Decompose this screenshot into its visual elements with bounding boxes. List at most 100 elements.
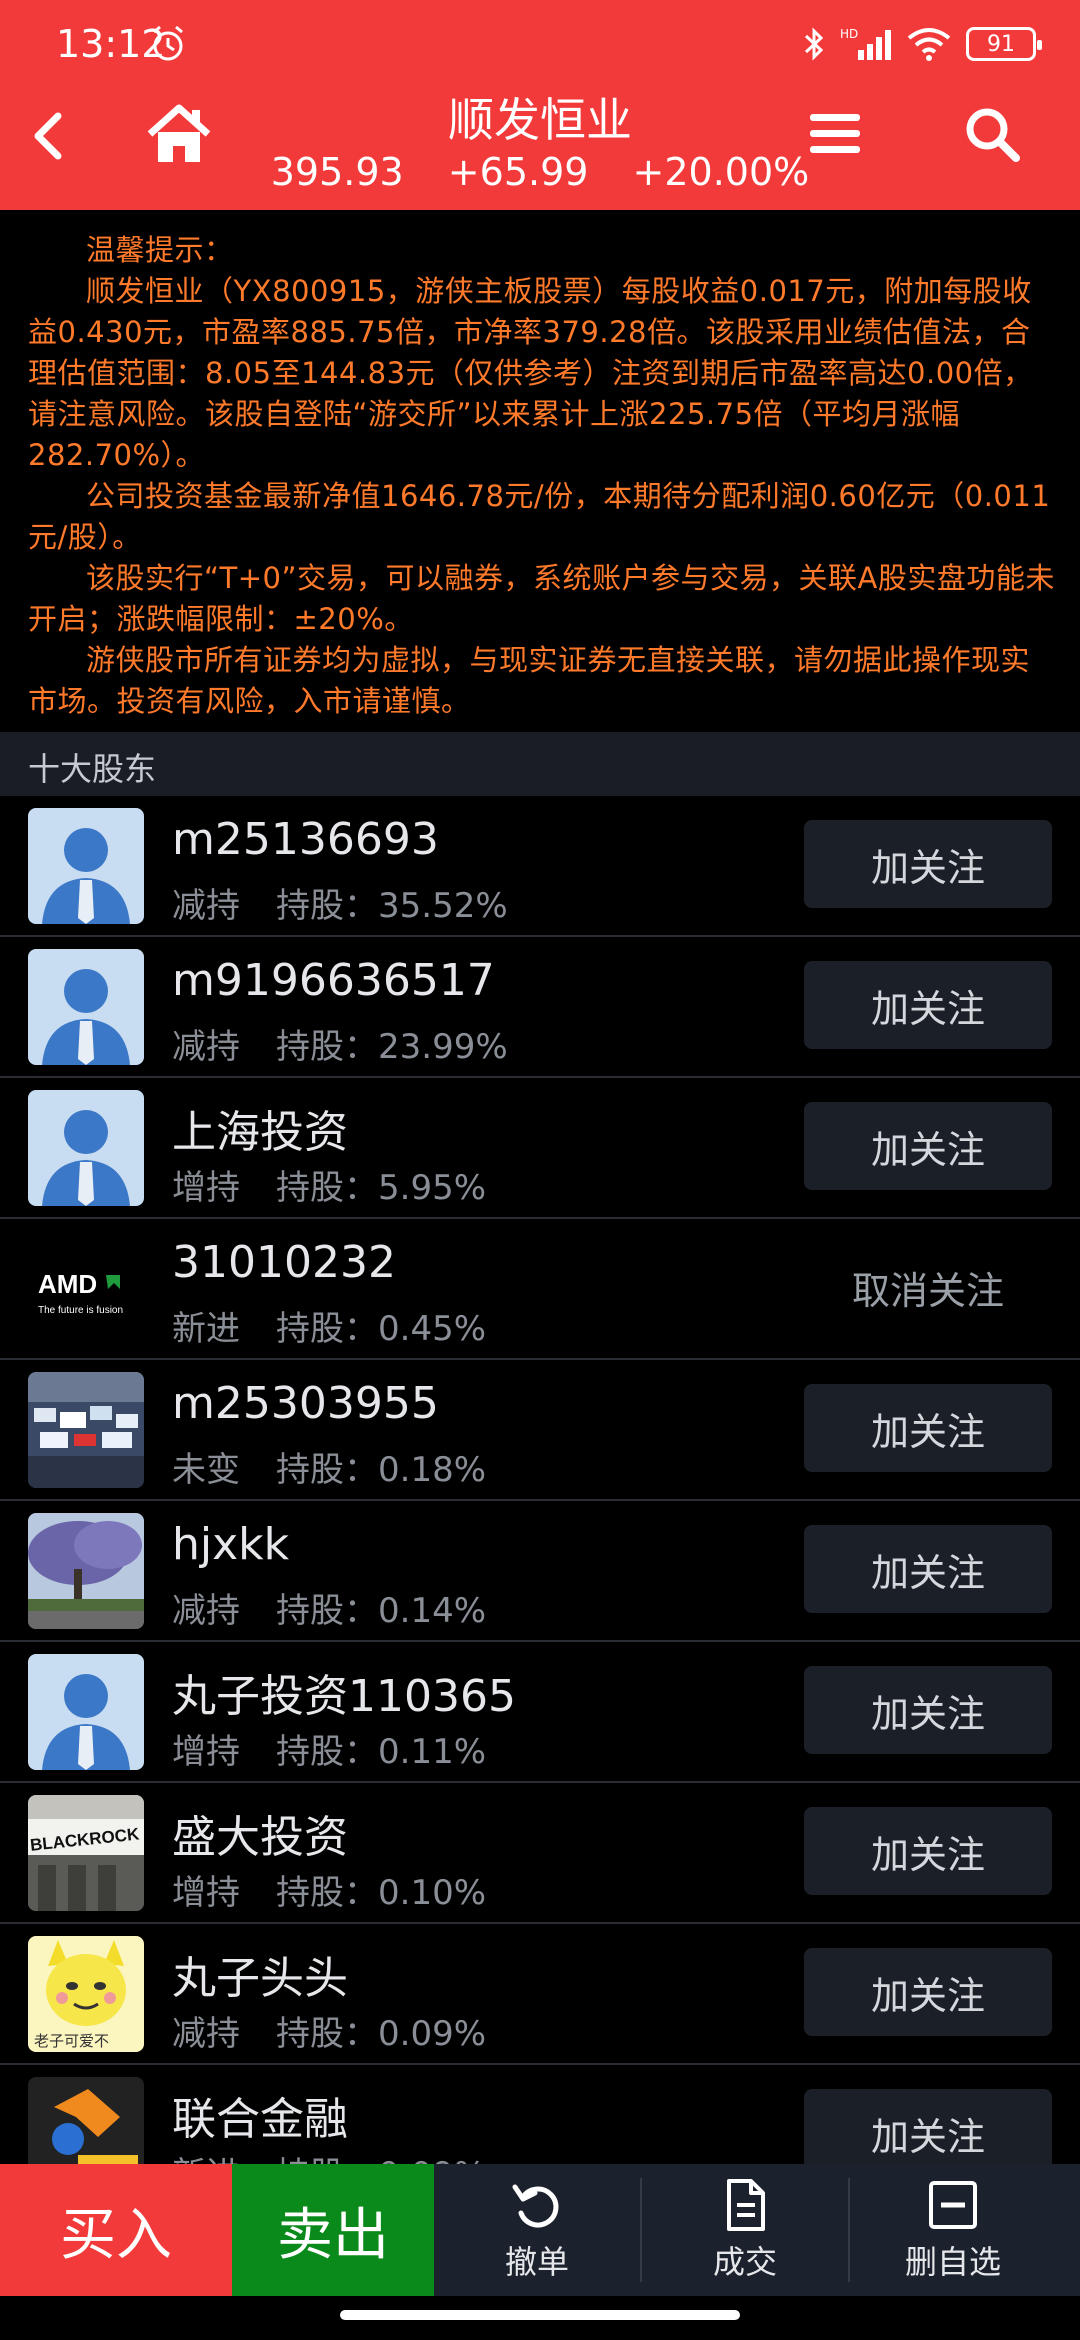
risk-notice: 温馨提示： 顺发恒业（YX800915，游侠主板股票）每股收益0.017元，附加… xyxy=(0,210,1080,730)
holding-action: 新进 xyxy=(172,1309,240,1349)
holding-pct: 0.14% xyxy=(378,1591,487,1631)
shareholder-meta: 未变 持股：0.18% xyxy=(172,1442,486,1491)
default-avatar[interactable] xyxy=(28,808,144,924)
minus-box-icon xyxy=(929,2181,977,2229)
follow-button[interactable]: 加关注 xyxy=(804,1384,1052,1472)
holding-action: 增持 xyxy=(172,1873,240,1913)
holding-pct: 35.52% xyxy=(378,886,508,926)
deals-button[interactable]: 成交 xyxy=(642,2164,848,2296)
shareholder-name: hjxkk xyxy=(172,1519,290,1570)
bluetooth-icon xyxy=(804,27,824,61)
home-indicator[interactable] xyxy=(340,2310,740,2320)
section-title: 十大股东 xyxy=(28,750,157,788)
shareholder-meta: 减持 持股：0.14% xyxy=(172,1583,486,1632)
search-icon[interactable] xyxy=(962,104,1022,164)
default-avatar[interactable] xyxy=(28,1654,144,1770)
amd-tagline: The future is fusion xyxy=(38,1305,123,1316)
holding-pct: 23.99% xyxy=(378,1027,508,1067)
notice-paragraph: 顺发恒业（YX800915，游侠主板股票）每股收益0.017元，附加每股收益0.… xyxy=(28,274,1033,472)
shareholder-name: 丸子投资110365 xyxy=(172,1671,516,1722)
shareholder-name: 31010232 xyxy=(172,1237,396,1288)
default-avatar[interactable] xyxy=(28,1090,144,1206)
meme-caption: 老子可爱不 xyxy=(34,2032,109,2050)
menu-icon[interactable] xyxy=(808,110,862,158)
holding-action: 减持 xyxy=(172,2014,240,2054)
list-item[interactable]: m9196636517 减持 持股：23.99% 加关注 xyxy=(0,937,1080,1078)
list-item[interactable]: AMD The future is fusion 31010232 新进 持股：0… xyxy=(0,1219,1080,1360)
shareholder-meta: 新进 持股：0.45% xyxy=(172,1301,486,1350)
list-item[interactable]: m25303955 未变 持股：0.18% 加关注 xyxy=(0,1360,1080,1501)
holding-label: 持股： xyxy=(276,1168,378,1208)
holding-pct: 0.09% xyxy=(378,2014,487,2054)
follow-button[interactable]: 加关注 xyxy=(804,1525,1052,1613)
follow-button[interactable]: 加关注 xyxy=(804,1666,1052,1754)
shareholder-meta: 增持 持股：5.95% xyxy=(172,1160,486,1209)
list-item[interactable]: hjxkk 减持 持股：0.14% 加关注 xyxy=(0,1501,1080,1642)
list-item[interactable]: BLACKROCK 盛大投资 增持 持股：0.10% 加关注 xyxy=(0,1783,1080,1924)
photo-signs-avatar[interactable] xyxy=(28,1372,144,1488)
shareholder-meta: 增持 持股：0.10% xyxy=(172,1865,486,1914)
holding-pct: 0.45% xyxy=(378,1309,487,1349)
follow-button[interactable]: 加关注 xyxy=(804,1102,1052,1190)
alarm-icon xyxy=(153,25,183,61)
holding-label: 持股： xyxy=(276,1309,378,1349)
stock-change: +65.99 xyxy=(447,150,589,194)
blackrock-photo-avatar[interactable]: BLACKROCK xyxy=(28,1795,144,1911)
section-header: 十大股东 xyxy=(0,732,1080,796)
default-avatar[interactable] xyxy=(28,949,144,1065)
holding-action: 增持 xyxy=(172,1168,240,1208)
notice-paragraph: 公司投资基金最新净值1646.78元/份，本期待分配利润0.60亿元（0.011… xyxy=(28,479,1051,554)
holding-label: 持股： xyxy=(276,886,378,926)
cartoon-meme-avatar[interactable]: 老子可爱不 xyxy=(28,1936,144,2052)
status-icons: HD 91 xyxy=(802,22,1042,66)
document-icon xyxy=(727,2179,765,2231)
holding-action: 增持 xyxy=(172,1732,240,1772)
holding-label: 持股： xyxy=(276,1027,378,1067)
signal-icon: HD xyxy=(840,27,891,60)
follow-button[interactable]: 加关注 xyxy=(804,961,1052,1049)
shareholder-meta: 减持 持股：35.52% xyxy=(172,878,508,927)
shareholder-name: 盛大投资 xyxy=(172,1812,348,1863)
amd-logo-avatar[interactable]: AMD The future is fusion xyxy=(28,1231,144,1347)
svg-text:HD: HD xyxy=(840,27,858,41)
follow-button[interactable]: 加关注 xyxy=(804,820,1052,908)
notice-paragraph: 该股实行“T+0”交易，可以融券，系统账户参与交易，关联A股实盘功能未开启；涨跌… xyxy=(28,561,1055,636)
holding-pct: 0.10% xyxy=(378,1873,487,1913)
stock-change-pct: +20.00% xyxy=(632,150,810,194)
photo-tree-avatar[interactable] xyxy=(28,1513,144,1629)
list-item[interactable]: 丸子投资110365 增持 持股：0.11% 加关注 xyxy=(0,1642,1080,1783)
holding-action: 未变 xyxy=(172,1450,240,1490)
unfollow-button[interactable]: 取消关注 xyxy=(804,1243,1052,1331)
holding-action: 减持 xyxy=(172,886,240,926)
shareholder-meta: 减持 持股：0.09% xyxy=(172,2006,486,2055)
sell-button[interactable]: 卖出 xyxy=(232,2164,434,2296)
remove-watchlist-button[interactable]: 删自选 xyxy=(850,2164,1056,2296)
notice-paragraph: 游侠股市所有证券均为虚拟，与现实证券无直接关联，请勿据此操作现实市场。投资有风险… xyxy=(28,643,1031,718)
cancel-order-button[interactable]: 撤单 xyxy=(434,2164,640,2296)
wifi-icon xyxy=(907,28,951,61)
undo-icon xyxy=(512,2184,559,2228)
follow-button[interactable]: 加关注 xyxy=(804,1807,1052,1895)
list-item[interactable]: m25136693 减持 持股：35.52% 加关注 xyxy=(0,796,1080,937)
buy-button[interactable]: 买入 xyxy=(0,2164,232,2296)
shareholder-name: m9196636517 xyxy=(172,955,495,1006)
stock-quote: 395.93 +65.99 +20.00% xyxy=(0,150,1080,194)
status-bar: 13:12 HD 91 xyxy=(0,0,1080,84)
holding-label: 持股： xyxy=(276,1732,378,1772)
holding-label: 持股： xyxy=(276,2014,378,2054)
amd-logo-text: AMD xyxy=(38,1269,97,1299)
shareholder-meta: 减持 持股：23.99% xyxy=(172,1019,508,1068)
holding-pct: 0.18% xyxy=(378,1450,487,1490)
battery-indicator: 91 xyxy=(966,27,1042,61)
trade-toolbar: 买入 卖出 撤单 成交 删自选 xyxy=(0,2164,1080,2296)
list-item[interactable]: 上海投资 增持 持股：5.95% 加关注 xyxy=(0,1078,1080,1219)
gesture-bar xyxy=(0,2296,1080,2340)
shareholder-meta: 增持 持股：0.11% xyxy=(172,1724,486,1773)
follow-button[interactable]: 加关注 xyxy=(804,1948,1052,2036)
holding-pct: 0.11% xyxy=(378,1732,487,1772)
stock-price: 395.93 xyxy=(270,150,404,194)
shareholder-name: 联合金融 xyxy=(172,2094,348,2145)
shareholder-name: m25136693 xyxy=(172,814,439,865)
holding-label: 持股： xyxy=(276,1873,378,1913)
list-item[interactable]: 老子可爱不 丸子头头 减持 持股：0.09% 加关注 xyxy=(0,1924,1080,2065)
